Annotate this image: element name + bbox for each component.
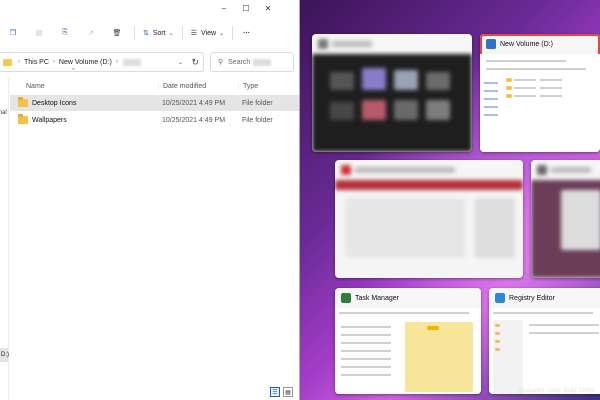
card-title: New Volume (D:) [480, 34, 600, 54]
card-title-redacted [335, 160, 523, 180]
file-row[interactable]: Wallpapers 10/25/2021 4:49 PM File folde… [10, 112, 299, 128]
toolbar-divider [181, 26, 183, 40]
file-row[interactable]: Desktop Icons 10/25/2021 4:49 PM File fo… [10, 95, 299, 111]
more-options-button[interactable]: ··· [237, 22, 256, 44]
refresh-icon[interactable]: ↻ [191, 57, 199, 68]
minimize-button[interactable]: – [213, 0, 235, 16]
maximize-button[interactable]: ☐ [235, 0, 257, 16]
search-box[interactable]: ⚲ Search [210, 52, 294, 72]
copy-icon: ❐ [9, 30, 17, 37]
breadcrumb-new-volume[interactable]: New Volume (D:) [59, 59, 112, 66]
file-type: File folder [242, 99, 273, 107]
snap-card-blurred-3[interactable] [531, 160, 600, 278]
view-label: View [201, 29, 217, 37]
snap-card-registry-editor[interactable]: Registry Editor [489, 288, 600, 394]
snap-card-blurred-2[interactable] [335, 160, 523, 278]
card-thumbnail [480, 54, 600, 152]
card-title-text: Task Manager [355, 294, 399, 302]
rename-button[interactable]: ⎘ [52, 22, 78, 44]
chevron-down-icon: ⌄ [219, 30, 225, 37]
folder-icon [3, 58, 12, 66]
file-name: Desktop Icons [32, 99, 77, 107]
registry-editor-icon [495, 293, 505, 303]
folder-icon [18, 97, 28, 107]
share-button[interactable]: ↗ [78, 22, 104, 44]
card-thumbnail [489, 308, 600, 394]
search-placeholder: Search [228, 58, 251, 66]
card-title: Registry Editor [489, 288, 600, 308]
sort-button[interactable]: ⇅ Sort ⌄ [139, 22, 178, 44]
drive-icon [486, 39, 496, 49]
snap-card-new-volume[interactable]: New Volume (D:) [480, 34, 600, 152]
card-title-redacted [312, 34, 472, 54]
breadcrumb-this-pc[interactable]: This PC [24, 59, 49, 66]
chevron-down-icon: ⌄ [168, 30, 174, 37]
card-thumbnail [312, 54, 472, 152]
file-date: 10/25/2021 4:49 PM [162, 116, 226, 124]
file-name: Wallpapers [32, 116, 67, 124]
tiles-view-icon[interactable]: ▦ [283, 387, 293, 397]
nav-item-partial[interactable]: mal [0, 110, 7, 116]
column-header-type[interactable]: Type [238, 82, 298, 90]
card-thumbnail [335, 308, 481, 394]
card-title-text: New Volume (D:) [500, 40, 553, 48]
toolbar-divider [134, 26, 135, 40]
card-thumbnail [531, 180, 600, 278]
navigation-pane: mal D:) [0, 78, 9, 400]
card-title: Task Manager [335, 288, 481, 308]
redacted-path [122, 58, 141, 66]
copy-button[interactable]: ❐ [0, 22, 26, 44]
breadcrumb-separator: › [52, 59, 55, 65]
column-header-date[interactable]: Date modified [158, 82, 238, 90]
address-bar[interactable]: › This PC › New Volume (D:) › ⌄ ↻ [0, 52, 204, 72]
window-controls: – ☐ ✕ [213, 0, 279, 16]
file-type: File folder [242, 116, 273, 124]
snap-card-blurred-1[interactable] [312, 34, 472, 152]
column-header-name[interactable]: Name [18, 83, 158, 90]
paste-button[interactable]: ▤ [26, 22, 52, 44]
folder-icon [18, 114, 28, 124]
toolbar-divider [232, 26, 234, 40]
snap-assist-area: New Volume (D:) Task Manager Registry Ed… [300, 0, 600, 400]
details-view-icon[interactable]: ☰ [270, 387, 280, 397]
trash-icon: 🗑 [112, 30, 122, 37]
search-icon: ⚲ [218, 59, 224, 66]
delete-button[interactable]: 🗑 [104, 22, 130, 44]
card-title-text: Registry Editor [509, 294, 555, 302]
paste-icon: ▤ [35, 30, 43, 37]
view-button[interactable]: ☰ View ⌄ [187, 22, 228, 44]
file-date: 10/25/2021 4:49 PM [162, 99, 226, 107]
share-icon: ↗ [88, 30, 94, 37]
nav-item-selected[interactable]: D:) [0, 348, 9, 362]
card-thumbnail [335, 180, 523, 278]
rename-icon: ⎘ [62, 29, 68, 36]
column-header-row: Name Date modified Type [18, 78, 299, 94]
chevron-down-icon[interactable]: ⌄ [178, 59, 183, 66]
card-title-redacted [531, 160, 600, 180]
sort-indicator-icon: ^ [72, 68, 75, 74]
close-button[interactable]: ✕ [257, 0, 279, 16]
view-toggle: ☰ ▦ [270, 387, 293, 397]
redacted-search-target [253, 58, 272, 66]
breadcrumb-separator: › [18, 59, 20, 65]
more-icon: ··· [243, 29, 251, 37]
sort-icon: ⇅ [143, 30, 149, 37]
command-bar: ❐ ▤ ⎘ ↗ 🗑 ⇅ Sort ⌄ ☰ View ⌄ ··· [0, 22, 299, 44]
file-explorer-window: – ☐ ✕ ❐ ▤ ⎘ ↗ 🗑 ⇅ Sort ⌄ ☰ View ⌄ ··· › … [0, 0, 300, 400]
sort-label: Sort [152, 29, 166, 37]
task-manager-icon [341, 293, 351, 303]
breadcrumb-separator: › [115, 59, 118, 65]
snap-card-task-manager[interactable]: Task Manager [335, 288, 481, 394]
view-icon: ☰ [190, 30, 198, 37]
evaluation-watermark: Evaluation copy. Build 22489 [518, 388, 595, 394]
